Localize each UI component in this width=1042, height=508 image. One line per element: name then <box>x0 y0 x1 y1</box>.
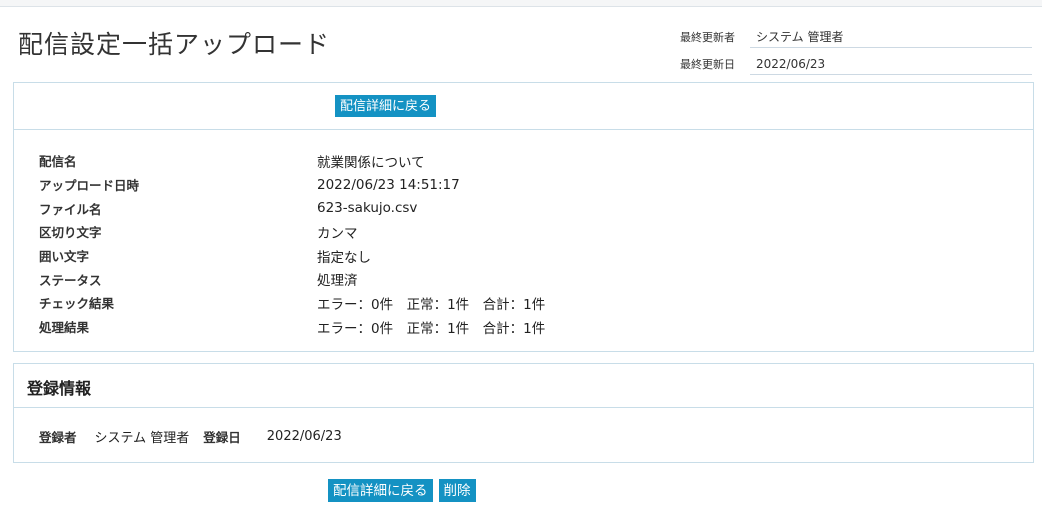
registrant-label: 登録者 <box>39 430 77 445</box>
page-title: 配信設定一括アップロード <box>18 30 331 59</box>
status-label: ステータス <box>39 272 102 288</box>
check-result-label: チェック結果 <box>39 296 115 312</box>
update-meta: 最終更新者 システム 管理者 最終更新日 2022/06/23 <box>680 23 1032 77</box>
last-updated-date-label: 最終更新日 <box>680 57 735 71</box>
file-name-label: ファイル名 <box>39 201 102 217</box>
back-to-detail-button-top[interactable]: 配信詳細に戻る <box>335 95 437 117</box>
upload-detail-panel: 配信詳細に戻る 配信名 就業関係について アップロード日時 2022/06/23… <box>13 82 1034 352</box>
detail-row-delimiter: 区切り文字 カンマ <box>39 220 999 244</box>
registration-panel-header: 登録情報 <box>14 364 1033 408</box>
process-result-label: 処理結果 <box>39 320 90 336</box>
last-updated-by-value: システム 管理者 <box>750 26 1032 48</box>
last-updated-date-row: 最終更新日 2022/06/23 <box>680 50 1032 77</box>
last-updated-by-label: 最終更新者 <box>680 30 735 44</box>
registrant-value: システム 管理者 <box>94 431 190 446</box>
delimiter-label: 区切り文字 <box>39 225 102 241</box>
delivery-name-label: 配信名 <box>39 154 77 170</box>
back-to-detail-button[interactable]: 配信詳細に戻る <box>328 479 433 502</box>
enclosure-label: 囲い文字 <box>39 249 90 265</box>
detail-row-upload-datetime: アップロード日時 2022/06/23 14:51:17 <box>39 173 999 197</box>
registration-section-title: 登録情報 <box>27 379 92 398</box>
detail-row-check-result: チェック結果 エラー：0件 正常：1件 合計：1件 <box>39 291 999 315</box>
file-name-value: 623-sakujo.csv <box>317 200 418 217</box>
enclosure-value: 指定なし <box>317 249 371 266</box>
detail-row-file-name: ファイル名 623-sakujo.csv <box>39 196 999 220</box>
detail-row-status: ステータス 処理済 <box>39 267 999 291</box>
detail-row-process-result: 処理結果 エラー：0件 正常：1件 合計：1件 <box>39 315 999 339</box>
registered-date-label: 登録日 <box>203 430 241 445</box>
last-updated-date-value: 2022/06/23 <box>750 53 1032 75</box>
upload-datetime-value: 2022/06/23 14:51:17 <box>317 176 460 193</box>
delivery-name-value: 就業関係について <box>317 154 425 171</box>
process-result-value: エラー：0件 正常：1件 合計：1件 <box>317 320 546 337</box>
registered-date-value: 2022/06/23 <box>266 429 342 444</box>
upload-detail-panel-header: 配信詳細に戻る <box>14 83 1033 130</box>
registration-info-row: 登録者 システム 管理者 登録日 2022/06/23 <box>39 427 356 446</box>
delimiter-value: カンマ <box>317 225 358 242</box>
check-result-value: エラー：0件 正常：1件 合計：1件 <box>317 296 546 313</box>
detail-row-delivery-name: 配信名 就業関係について <box>39 149 999 173</box>
upload-datetime-label: アップロード日時 <box>39 178 140 194</box>
delete-button[interactable]: 削除 <box>438 479 476 502</box>
bottom-actions: 配信詳細に戻る 削除 <box>328 479 476 502</box>
upload-detail-list: 配信名 就業関係について アップロード日時 2022/06/23 14:51:1… <box>39 149 999 339</box>
detail-row-enclosure: 囲い文字 指定なし <box>39 244 999 268</box>
last-updated-by-row: 最終更新者 システム 管理者 <box>680 23 1032 50</box>
registration-panel: 登録情報 登録者 システム 管理者 登録日 2022/06/23 <box>13 363 1034 463</box>
status-value: 処理済 <box>317 273 358 290</box>
